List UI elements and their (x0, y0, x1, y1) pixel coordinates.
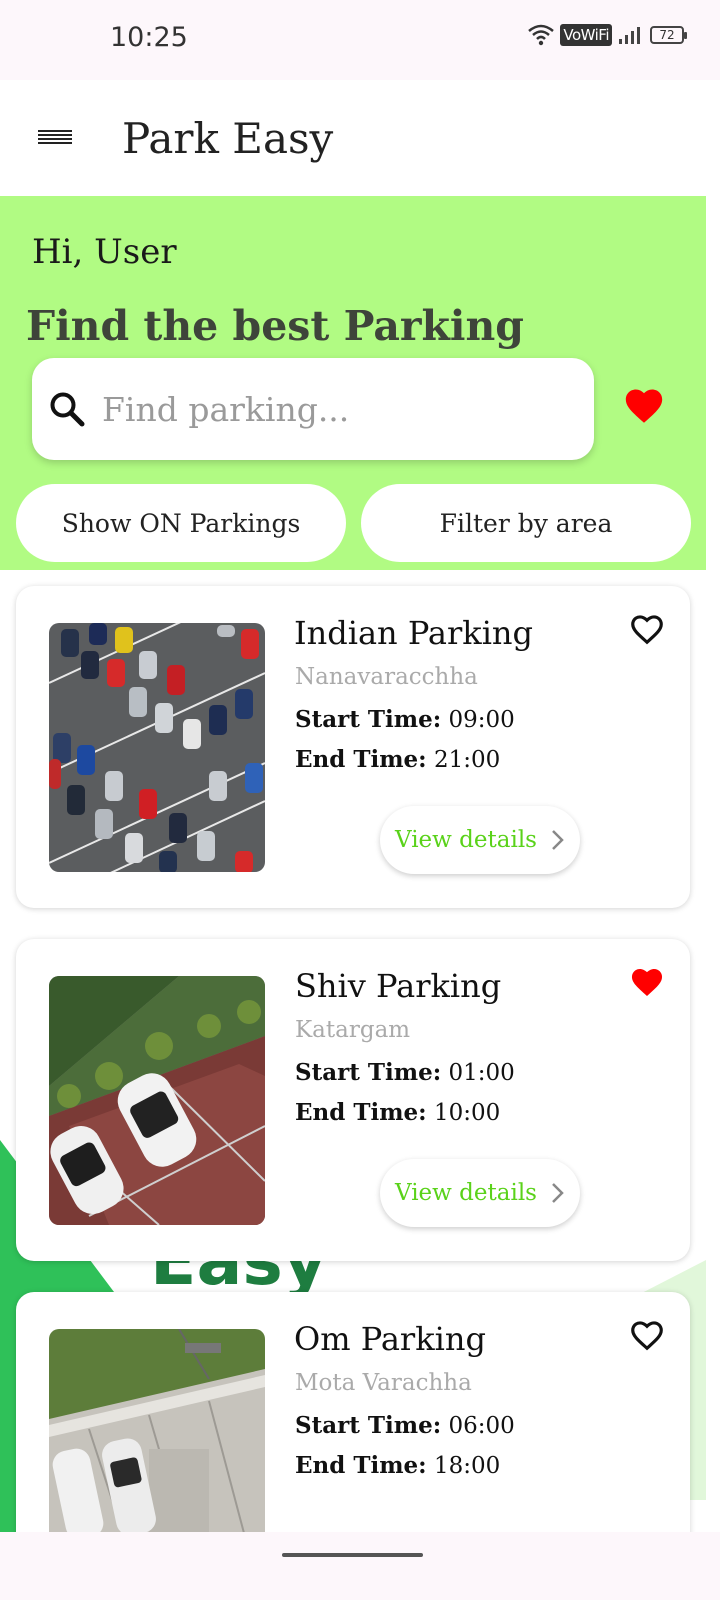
parking-card[interactable]: Indian Parking Nanavaracchha Start Time:… (16, 586, 690, 908)
start-time-row: Start Time: 09:00 (295, 706, 515, 733)
start-time-value: 01:00 (448, 1060, 515, 1086)
parking-card[interactable]: Om Parking Mota Varachha Start Time: 06:… (16, 1292, 690, 1552)
heart-filled-icon[interactable] (628, 963, 666, 999)
parking-area: Nanavaracchha (295, 664, 478, 690)
start-time-value: 06:00 (448, 1413, 515, 1439)
heart-outline-icon[interactable] (628, 610, 666, 646)
parking-name: Om Parking (294, 1320, 486, 1358)
favorites-heart-icon[interactable] (622, 384, 666, 424)
app-title: Park Easy (122, 114, 334, 163)
parking-area: Katargam (295, 1017, 411, 1043)
wifi-icon (528, 24, 555, 46)
signal-icon (619, 27, 640, 44)
chevron-right-icon (552, 1183, 564, 1203)
start-time-value: 09:00 (448, 707, 515, 733)
end-time-value: 21:00 (433, 747, 501, 773)
end-time-row: End Time: 18:00 (295, 1452, 500, 1479)
parking-image (49, 976, 265, 1225)
search-icon (50, 392, 85, 427)
start-time-label: Start Time: (295, 706, 442, 733)
view-details-label: View details (395, 1180, 537, 1206)
hero-section: Hi, User Find the best Parking Show ON P… (0, 196, 706, 570)
show-on-parkings-button[interactable]: Show ON Parkings (16, 484, 346, 562)
search-input[interactable] (102, 389, 542, 429)
parking-name: Indian Parking (294, 614, 534, 652)
end-time-label: End Time: (295, 1099, 427, 1126)
system-nav-bar (0, 1532, 720, 1600)
view-details-label: View details (395, 827, 537, 853)
app-bar: Park Easy (0, 80, 720, 196)
status-icons: VoWiFi 72 (528, 24, 687, 46)
filter-by-area-button[interactable]: Filter by area (361, 484, 691, 562)
end-time-value: 18:00 (433, 1453, 501, 1479)
home-gesture-handle[interactable] (282, 1553, 423, 1557)
parking-image (49, 623, 265, 872)
end-time-row: End Time: 21:00 (295, 746, 500, 773)
view-details-button[interactable]: View details (380, 806, 580, 874)
start-time-label: Start Time: (295, 1412, 442, 1439)
end-time-value: 10:00 (433, 1100, 501, 1126)
start-time-row: Start Time: 06:00 (295, 1412, 515, 1439)
view-details-button[interactable]: View details (380, 1159, 580, 1227)
end-time-label: End Time: (295, 1452, 427, 1479)
end-time-label: End Time: (295, 746, 427, 773)
start-time-row: Start Time: 01:00 (295, 1059, 515, 1086)
hero-title: Find the best Parking (26, 302, 524, 350)
start-time-label: Start Time: (295, 1059, 442, 1086)
search-bar (32, 358, 594, 460)
status-bar: 10:25 VoWiFi 72 (0, 0, 720, 80)
parking-name: Shiv Parking (295, 967, 502, 1005)
menu-icon[interactable] (38, 130, 72, 146)
chevron-right-icon (552, 830, 564, 850)
battery-icon: 72 (650, 26, 687, 44)
vowifi-badge: VoWiFi (560, 24, 612, 46)
heart-outline-icon[interactable] (628, 1316, 666, 1352)
parking-area: Mota Varachha (295, 1370, 472, 1396)
greeting-text: Hi, User (32, 232, 177, 272)
parking-image (49, 1329, 265, 1552)
parking-card[interactable]: Shiv Parking Katargam Start Time: 01:00 … (16, 939, 690, 1261)
end-time-row: End Time: 10:00 (295, 1099, 500, 1126)
status-time: 10:25 (110, 22, 188, 53)
